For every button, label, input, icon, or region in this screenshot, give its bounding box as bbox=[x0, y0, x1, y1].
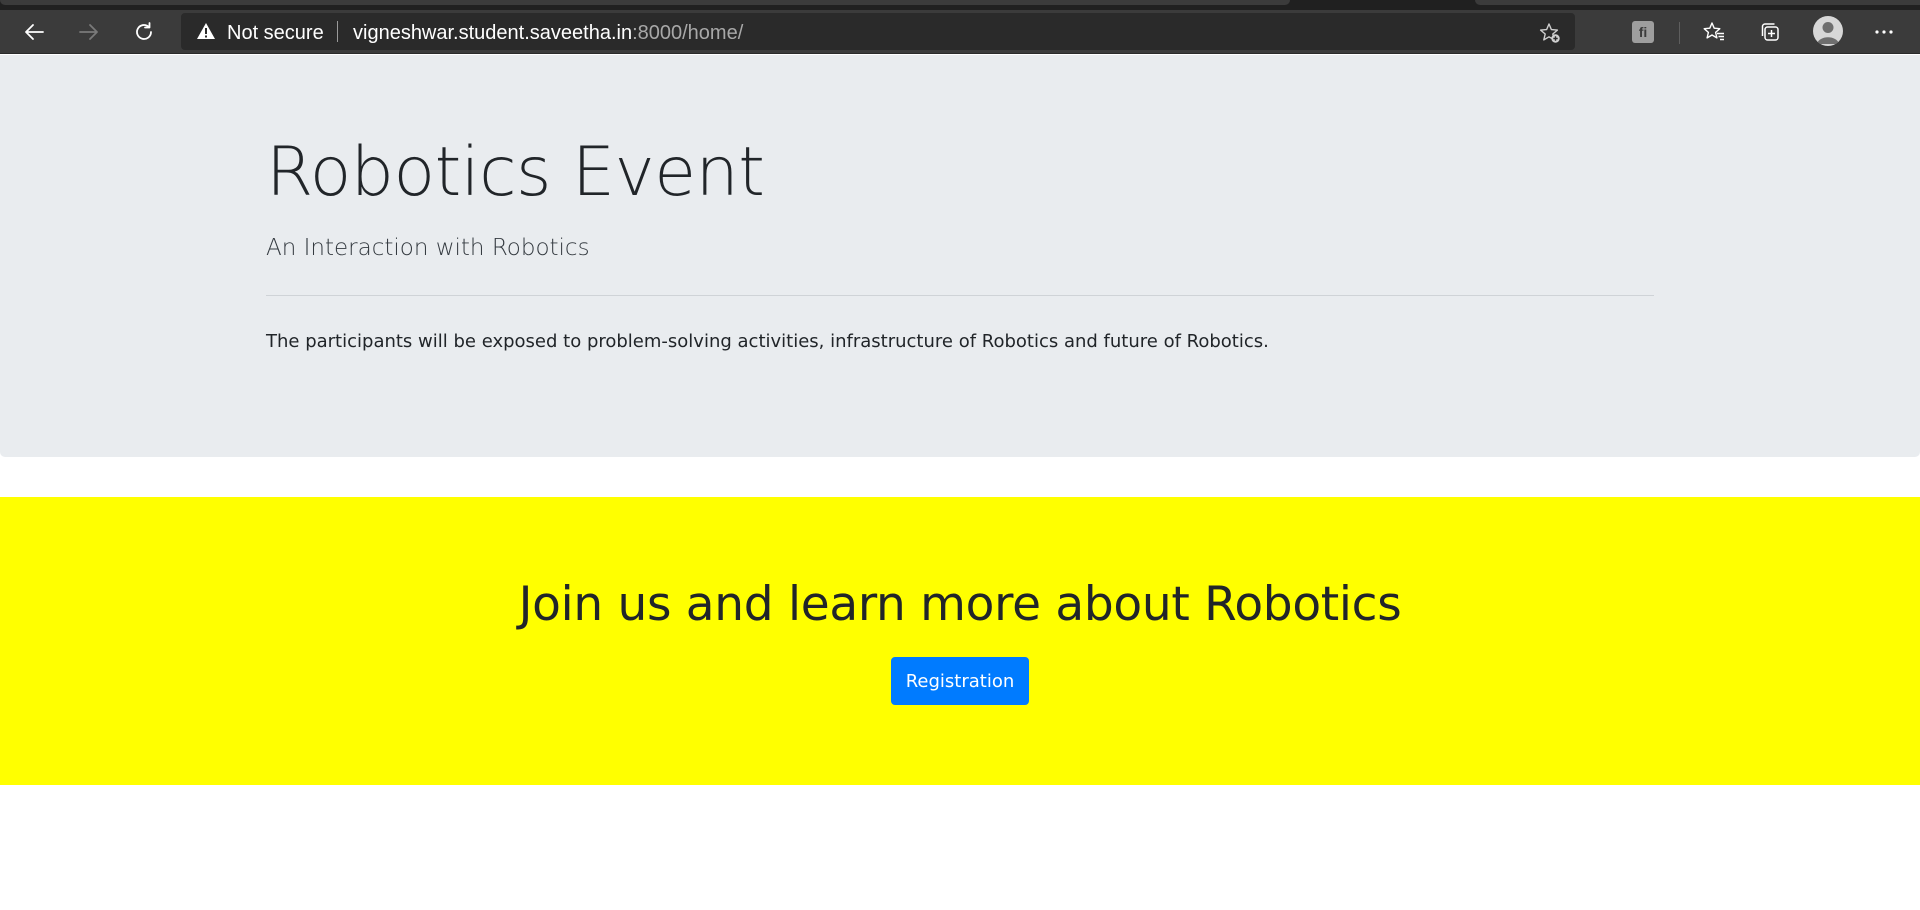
browser-toolbar: Not secure vigneshwar.student.saveetha.i… bbox=[0, 10, 1920, 54]
event-description: The participants will be exposed to prob… bbox=[266, 331, 1269, 352]
profile-avatar-icon[interactable] bbox=[1813, 16, 1843, 46]
add-favorite-icon[interactable] bbox=[1539, 22, 1561, 49]
active-tab[interactable] bbox=[0, 0, 1290, 5]
back-button[interactable] bbox=[17, 15, 51, 49]
forward-arrow-icon bbox=[78, 21, 100, 43]
forward-button[interactable] bbox=[72, 15, 106, 49]
extension-icon[interactable]: fi bbox=[1632, 21, 1654, 43]
favorites-icon bbox=[1703, 21, 1725, 43]
refresh-button[interactable] bbox=[127, 15, 161, 49]
more-menu-icon bbox=[1873, 21, 1895, 43]
url-text[interactable]: vigneshwar.student.saveetha.in:8000/home… bbox=[353, 22, 743, 45]
collections-icon bbox=[1759, 21, 1781, 43]
url-host: vigneshwar.student.saveetha.in bbox=[353, 22, 633, 44]
more-menu-button[interactable] bbox=[1867, 15, 1901, 49]
favorites-button[interactable] bbox=[1697, 15, 1731, 49]
call-to-action-section: Join us and learn more about Robotics Re… bbox=[0, 497, 1920, 785]
page-content: Robotics Event An Interaction with Robot… bbox=[0, 55, 1920, 910]
security-status-label[interactable]: Not secure bbox=[227, 22, 324, 45]
cta-heading: Join us and learn more about Robotics bbox=[518, 577, 1402, 632]
tab-strip bbox=[0, 0, 1920, 10]
registration-button[interactable]: Registration bbox=[891, 657, 1029, 705]
page-subtitle: An Interaction with Robotics bbox=[266, 235, 590, 261]
url-path: :8000/home/ bbox=[632, 22, 744, 44]
divider bbox=[266, 295, 1654, 296]
toolbar-divider bbox=[1679, 22, 1680, 44]
address-bar[interactable]: Not secure vigneshwar.student.saveetha.i… bbox=[181, 13, 1575, 50]
collections-button[interactable] bbox=[1753, 15, 1787, 49]
address-divider bbox=[337, 21, 338, 42]
refresh-icon bbox=[133, 21, 155, 43]
back-arrow-icon bbox=[23, 21, 45, 43]
inactive-tab[interactable] bbox=[1475, 0, 1920, 5]
warning-icon[interactable] bbox=[196, 22, 216, 45]
jumbotron: Robotics Event An Interaction with Robot… bbox=[0, 55, 1920, 457]
page-title: Robotics Event bbox=[266, 133, 765, 212]
